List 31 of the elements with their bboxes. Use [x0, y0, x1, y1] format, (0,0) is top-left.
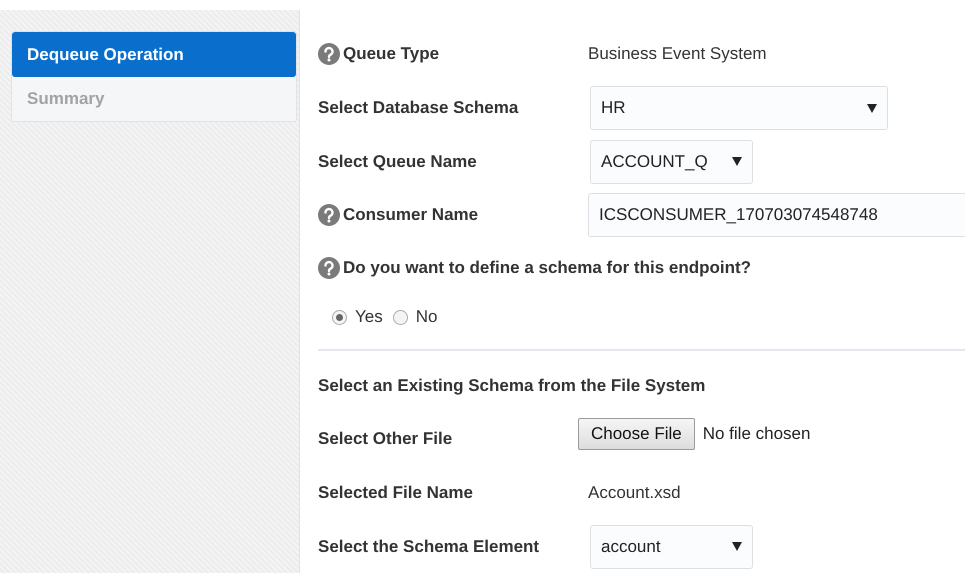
question-label: Do you want to define a schema for this endpoint? — [343, 257, 752, 280]
caret-icon — [867, 104, 877, 112]
select-value: HR — [601, 97, 626, 120]
file-status: No file chosen — [702, 423, 810, 446]
caret-icon — [732, 157, 742, 166]
select-field[interactable]: HR — [590, 86, 888, 130]
radio-label: No — [416, 306, 438, 328]
section-heading: Select an Existing Schema from the File System — [318, 375, 706, 398]
radio-label: Yes — [355, 306, 383, 328]
text-field[interactable]: ICSCONSUMER_170703074548748 — [588, 193, 965, 237]
nav-item[interactable]: Dequeue Operation — [12, 32, 296, 77]
radio-button[interactable] — [392, 310, 408, 324]
field-label: Select Other File — [318, 428, 452, 450]
help-icon[interactable] — [318, 204, 340, 226]
field-label: Select Queue Name — [318, 150, 477, 173]
help-icon[interactable] — [318, 43, 340, 65]
choose-file-button[interactable]: Choose File — [578, 418, 695, 450]
radio-button[interactable] — [332, 310, 347, 324]
caret-icon — [732, 542, 742, 551]
field-label: Consumer Name — [343, 204, 478, 226]
field-value: Account.xsd — [588, 482, 681, 504]
select-field[interactable]: account — [590, 524, 753, 568]
select-field[interactable]: ACCOUNT_Q — [590, 140, 753, 184]
select-value: account — [601, 536, 661, 558]
field-label: Selected File Name — [318, 482, 473, 504]
field-value: Business Event System — [588, 43, 767, 66]
field-label: Queue Type — [343, 43, 440, 66]
field-label: Select the Schema Element — [318, 536, 540, 558]
help-icon[interactable] — [318, 257, 340, 279]
field-label: Select Database Schema — [318, 97, 518, 120]
select-value: ACCOUNT_Q — [601, 150, 708, 173]
